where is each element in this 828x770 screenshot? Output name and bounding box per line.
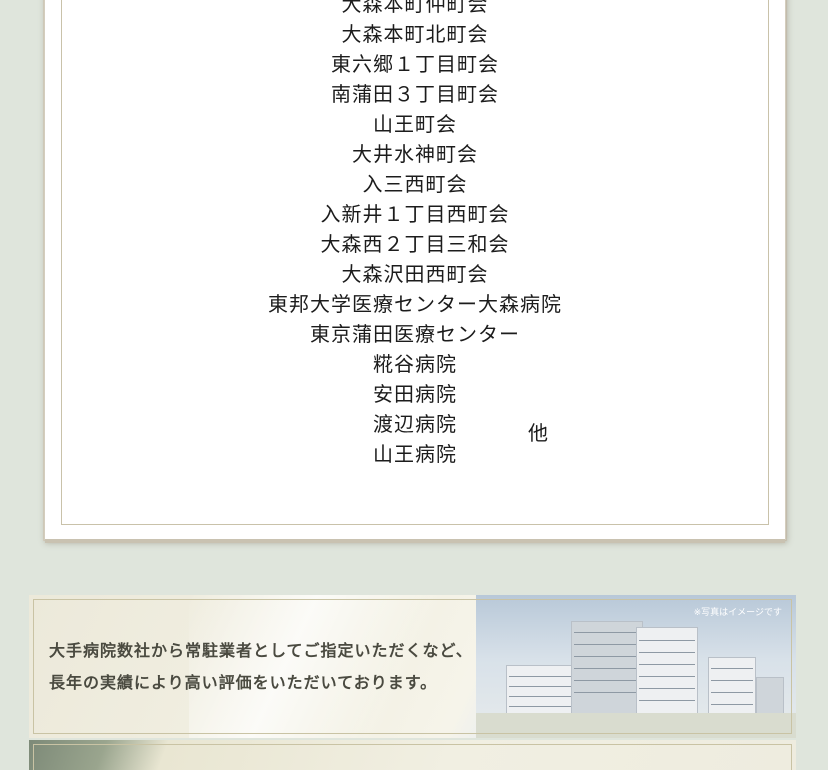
list-item: 入新井１丁目西町会 (320, 202, 510, 226)
list-item: 入三西町会 (362, 172, 468, 196)
client-list: 大森本町仲町会 大森本町北町会 東六郷１丁目町会 南蒲田３丁目町会 山王町会 大… (62, 0, 768, 469)
list-item: 安田病院 (373, 382, 457, 406)
banner-text: 大手病院数社から常駐業者としてご指定いただくなど、 長年の実績により高い評価をい… (49, 635, 473, 699)
banner-line-1: 大手病院数社から常駐業者としてご指定いただくなど、 (49, 641, 473, 660)
list-item: 大森沢田西町会 (341, 262, 489, 286)
list-item: 南蒲田３丁目町会 (331, 82, 499, 106)
list-item: 山王病院 (373, 442, 457, 466)
list-item: 大森本町仲町会 (341, 0, 489, 16)
list-item: 大井水神町会 (352, 142, 478, 166)
list-item: 糀谷病院 (373, 352, 457, 376)
client-list-frame: 大森本町仲町会 大森本町北町会 東六郷１丁目町会 南蒲田３丁目町会 山王町会 大… (61, 0, 769, 525)
banner-frame (33, 744, 792, 770)
hospital-banner: ※写真はイメージです 大手病院数社から常駐業者としてご指定いただくなど、 長年の… (29, 595, 796, 738)
next-banner (29, 740, 796, 770)
list-item: 山王町会 (373, 112, 457, 136)
banner-line-2: 長年の実績により高い評価をいただいております。 (49, 673, 438, 692)
list-item: 大森西２丁目三和会 (320, 232, 510, 256)
list-item: 大森本町北町会 (341, 22, 489, 46)
photo-note: ※写真はイメージです (693, 608, 782, 618)
list-item: 東邦大学医療センター大森病院 (268, 292, 562, 316)
list-item: 東六郷１丁目町会 (331, 52, 499, 76)
other-label: 他 (528, 421, 548, 445)
list-item: 東京蒲田医療センター (310, 322, 520, 346)
list-item: 渡辺病院 (373, 412, 457, 436)
client-list-card: 大森本町仲町会 大森本町北町会 東六郷１丁目町会 南蒲田３丁目町会 山王町会 大… (44, 0, 786, 543)
